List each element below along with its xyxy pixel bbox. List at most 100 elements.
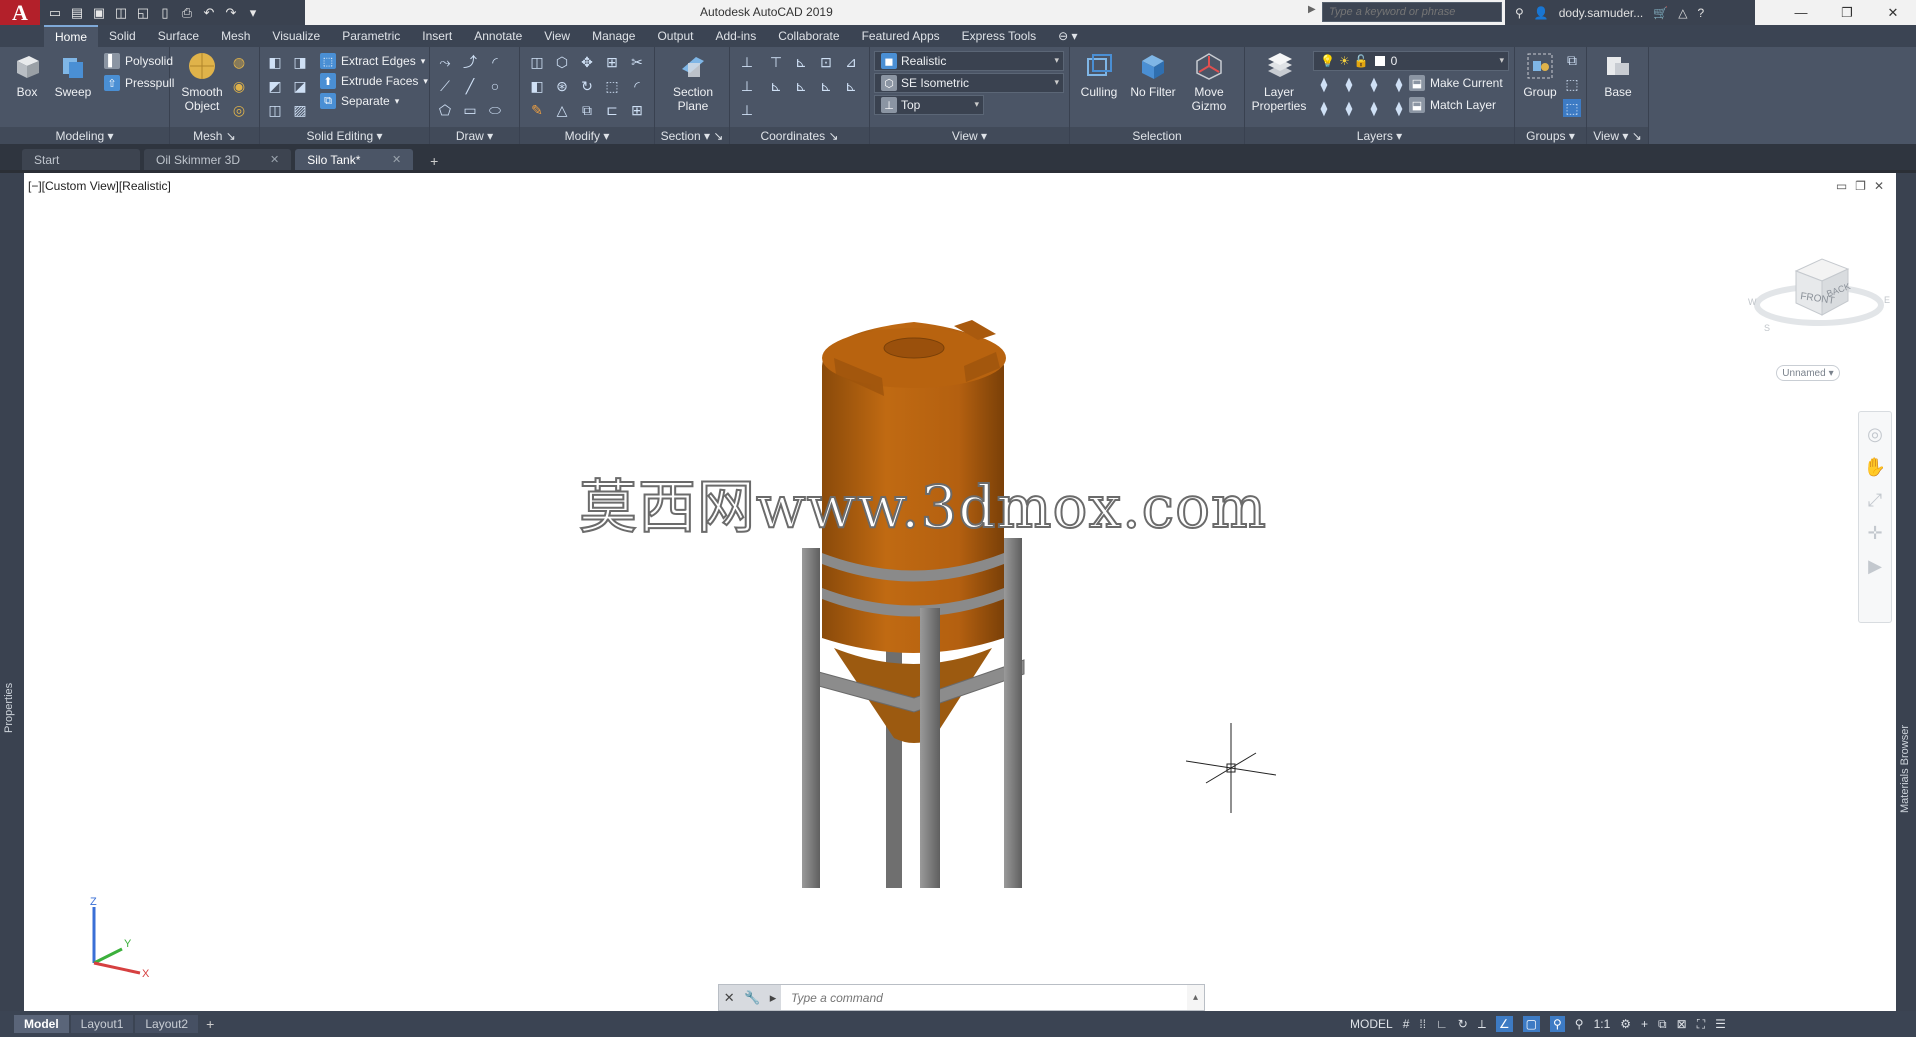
document-tab[interactable]: Silo Tank* ✕: [295, 149, 414, 170]
panel-title-modify[interactable]: Modify ▾: [520, 127, 654, 144]
search-input[interactable]: [1322, 2, 1502, 22]
move-gizmo-button[interactable]: Move Gizmo: [1184, 51, 1234, 123]
3dpoly-icon[interactable]: ⟋: [436, 77, 454, 95]
panel-title-mesh[interactable]: Mesh ↘: [170, 127, 259, 144]
sweep-button[interactable]: Sweep: [48, 51, 98, 123]
ribbon-tab-featured-apps[interactable]: Featured Apps: [851, 25, 951, 47]
close-tab-icon[interactable]: ✕: [392, 153, 401, 166]
saveas-icon[interactable]: ◫: [112, 5, 130, 21]
showmotion-icon[interactable]: ▶: [1868, 556, 1882, 577]
isodraft-icon[interactable]: ⟂: [1478, 1017, 1486, 1032]
ucs-world-icon[interactable]: ⊤: [767, 53, 785, 71]
visual-style-dropdown[interactable]: ◼ Realistic ▾: [874, 51, 1064, 71]
document-tab[interactable]: Start: [22, 149, 140, 170]
no-filter-button[interactable]: No Filter: [1128, 51, 1178, 123]
circle-icon[interactable]: ○: [486, 77, 504, 95]
layout-tab-layout2[interactable]: Layout2: [135, 1015, 199, 1033]
drawing-viewport[interactable]: [−][Custom View][Realistic] ▭ ❐ ✕ FRONT …: [24, 173, 1896, 1011]
layer-freeze-icon[interactable]: ⧫: [1365, 75, 1383, 93]
mesh-globe-icon[interactable]: ◍: [230, 53, 248, 71]
document-tab[interactable]: Oil Skimmer 3D ✕: [144, 149, 292, 170]
ribbon-tab-home[interactable]: Home: [44, 25, 99, 47]
array-icon[interactable]: ⬡: [553, 53, 571, 71]
ribbon-tab-surface[interactable]: Surface: [147, 25, 210, 47]
layer-unisolate-icon[interactable]: ⧫: [1340, 99, 1358, 117]
panel-title-view[interactable]: View ▾: [870, 127, 1069, 144]
model-space-button[interactable]: MODEL: [1350, 1017, 1393, 1031]
extract-edges-button[interactable]: ⬚ Extract Edges ▾: [320, 51, 425, 71]
mesh-refine-icon[interactable]: ◉: [230, 77, 248, 95]
panel-title-section[interactable]: Section ▾ ↘: [655, 127, 729, 144]
layer-isolate-icon[interactable]: ⧫: [1340, 75, 1358, 93]
annotation-visibility-icon[interactable]: ⚲: [1549, 1016, 1565, 1032]
cart-icon[interactable]: 🛒: [1653, 6, 1668, 20]
panel-title-solid-editing[interactable]: Solid Editing ▾: [260, 127, 429, 144]
vp-restore-icon[interactable]: ❐: [1855, 179, 1866, 193]
interfere-icon[interactable]: ◨: [291, 53, 309, 71]
erase-icon[interactable]: ✎: [528, 101, 546, 119]
pan-icon[interactable]: ✋: [1864, 457, 1886, 478]
ribbon-tab-manage[interactable]: Manage: [581, 25, 646, 47]
ribbon-tab-add-ins[interactable]: Add-ins: [705, 25, 768, 47]
close-icon[interactable]: ✕: [724, 990, 735, 1006]
qat-menu-icon[interactable]: ▾: [244, 5, 262, 21]
redo-icon[interactable]: ↷: [222, 5, 240, 21]
ribbon-tab-output[interactable]: Output: [646, 25, 704, 47]
new-icon[interactable]: ▭: [46, 5, 64, 21]
ribbon-tab-parametric[interactable]: Parametric: [331, 25, 411, 47]
restore-icon[interactable]: ❐: [1824, 0, 1870, 25]
grid-icon[interactable]: #: [1403, 1017, 1410, 1031]
ellipse-icon[interactable]: ⬭: [486, 101, 504, 119]
layout-tab-layout1[interactable]: Layout1: [70, 1015, 134, 1033]
add-icon[interactable]: +: [1641, 1017, 1648, 1031]
layer-lock-icon[interactable]: ⧫: [1390, 75, 1408, 93]
mirror-icon[interactable]: ◫: [528, 53, 546, 71]
user-icon[interactable]: 👤: [1534, 6, 1549, 20]
ucs-zaxis-icon[interactable]: ⊡: [817, 53, 835, 71]
ucs-y-icon[interactable]: ⊾: [842, 77, 860, 95]
ribbon-tab-solid[interactable]: Solid: [98, 25, 147, 47]
polar-icon[interactable]: ↻: [1458, 1017, 1468, 1031]
presspull-button[interactable]: ⇧ Presspull: [104, 73, 174, 93]
ungroup-icon[interactable]: ⧉: [1563, 51, 1581, 69]
customize-statusbar-icon[interactable]: ☰: [1715, 1017, 1726, 1031]
group-edit-icon[interactable]: ⬚: [1563, 75, 1581, 93]
annotation-scale[interactable]: 1:1: [1594, 1017, 1611, 1031]
ribbon-tab-visualize[interactable]: Visualize: [261, 25, 331, 47]
save-icon[interactable]: ▣: [90, 5, 108, 21]
ucs-view-icon[interactable]: ⊥: [738, 77, 756, 95]
steering-wheel-icon[interactable]: ◎: [1867, 424, 1883, 445]
spline-icon[interactable]: ⤴: [461, 53, 479, 71]
shell-icon[interactable]: ▨: [291, 101, 309, 119]
ucs-origin-icon[interactable]: ⊾: [792, 53, 810, 71]
layer-unlock-icon[interactable]: ⧫: [1390, 99, 1408, 117]
ucs-named-icon[interactable]: ⊥: [738, 101, 756, 119]
auto-scale-icon[interactable]: ⚲: [1575, 1017, 1584, 1031]
group-button[interactable]: Group: [1515, 51, 1565, 123]
close-icon[interactable]: ✕: [1870, 0, 1916, 25]
rotate-icon[interactable]: ↻: [578, 77, 596, 95]
ribbon-tab-annotate[interactable]: Annotate: [463, 25, 533, 47]
ribbon-minimize-icon[interactable]: ⊖ ▾: [1047, 25, 1088, 47]
ucs-name-dropdown[interactable]: Unnamed ▾: [1776, 365, 1840, 381]
polyline-icon[interactable]: ⤳: [436, 53, 454, 71]
ribbon-tab-collaborate[interactable]: Collaborate: [767, 25, 850, 47]
command-input[interactable]: [781, 985, 1187, 1010]
ucs-x-icon[interactable]: ⊾: [817, 77, 835, 95]
close-tab-icon[interactable]: ✕: [270, 153, 279, 166]
ribbon-tab-insert[interactable]: Insert: [411, 25, 463, 47]
mobile-icon[interactable]: ▯: [156, 5, 174, 21]
panel-title-layers[interactable]: Layers ▾: [1245, 127, 1514, 144]
group-select-icon[interactable]: ⬚: [1563, 99, 1581, 117]
arc-icon[interactable]: ◜: [486, 53, 504, 71]
stretch-icon[interactable]: ⬚: [603, 77, 621, 95]
undo-icon[interactable]: ↶: [200, 5, 218, 21]
layer-dropdown[interactable]: 💡 ☀ 🔓 0 ▾: [1313, 51, 1509, 71]
open-icon[interactable]: ▤: [68, 5, 86, 21]
minimize-icon[interactable]: —: [1778, 0, 1824, 25]
viewcube[interactable]: FRONT BACK W E S: [1744, 233, 1896, 343]
panel-title-groups[interactable]: Groups ▾: [1515, 127, 1586, 144]
ribbon-tab-view[interactable]: View: [533, 25, 581, 47]
panel-title-draw[interactable]: Draw ▾: [430, 127, 519, 144]
move-icon[interactable]: ✥: [578, 53, 596, 71]
